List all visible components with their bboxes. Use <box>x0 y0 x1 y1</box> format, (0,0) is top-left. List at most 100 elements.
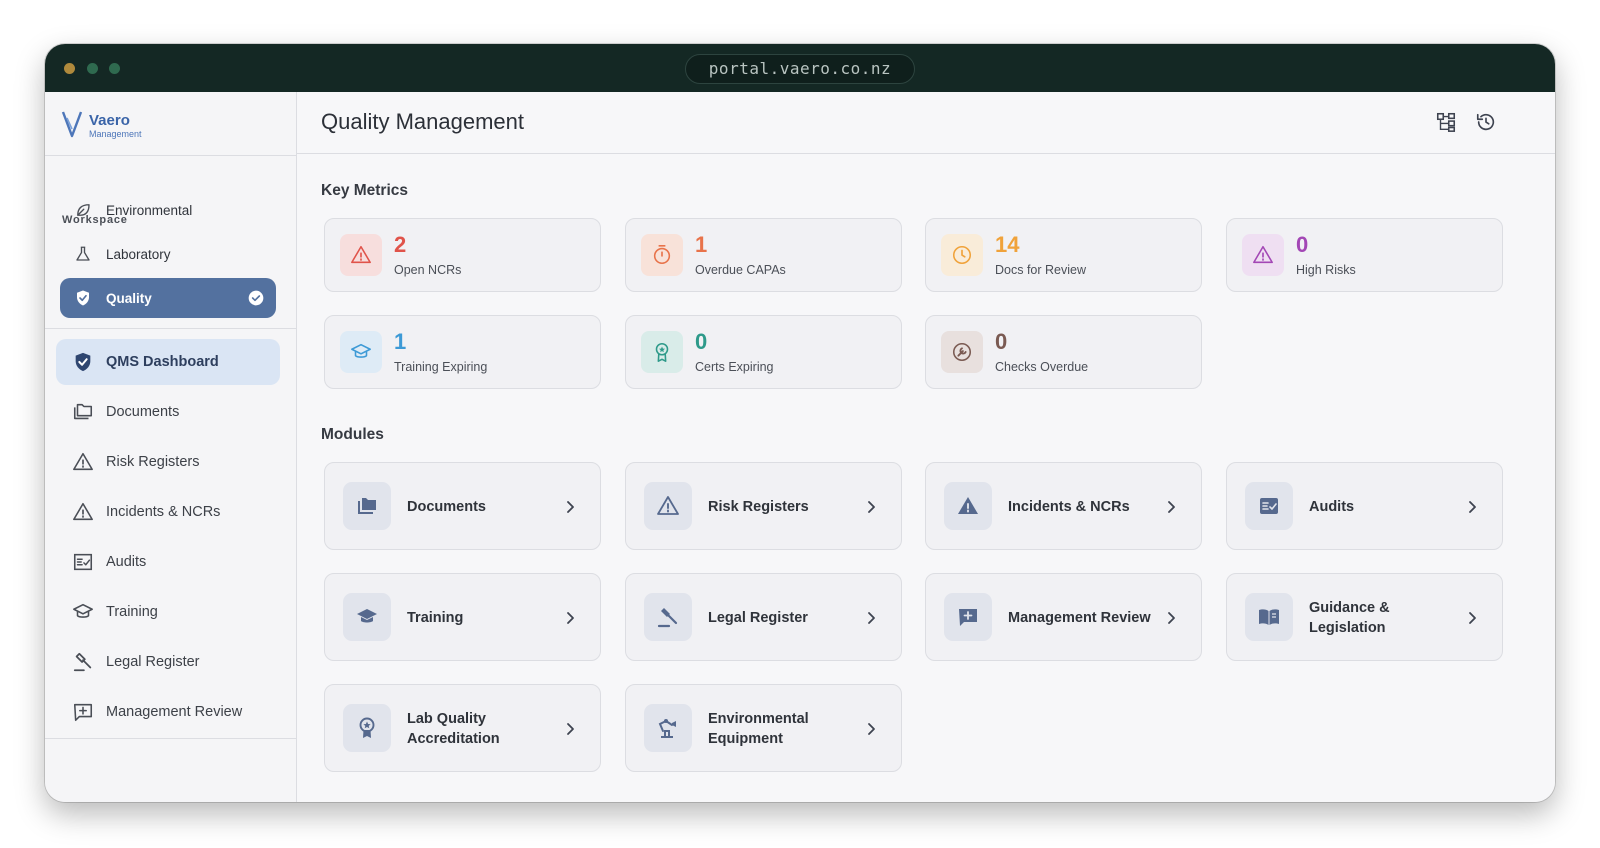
nav-item-incidents-ncrs[interactable]: Incidents & NCRs <box>56 489 280 535</box>
window-maximize-dot[interactable] <box>109 63 120 74</box>
module-card-management-review[interactable]: Management Review <box>925 573 1202 661</box>
module-label: Guidance & Legislation <box>1309 600 1390 636</box>
metric-value: 0 <box>995 329 1008 354</box>
award-icon <box>641 331 683 373</box>
main-content: Quality Management Key Metrics 2 Open NC… <box>297 92 1555 802</box>
workspace-item-environmental[interactable]: Environmental <box>60 190 276 230</box>
metric-card-certs-expiring[interactable]: 0 Certs Expiring <box>625 315 902 389</box>
metric-value: 14 <box>995 232 1020 257</box>
graduation-cap-icon <box>343 593 391 641</box>
workspace-item-label: Environmental <box>106 202 193 218</box>
shield-check-icon <box>72 351 94 373</box>
nav-item-training[interactable]: Training <box>56 589 280 635</box>
warning-filled-icon <box>944 482 992 530</box>
metric-value: 0 <box>695 329 708 354</box>
module-card-lab-quality-accreditation[interactable]: Lab Quality Accreditation <box>324 684 601 772</box>
chevron-right-icon <box>1163 610 1179 626</box>
nav-item-legal-register[interactable]: Legal Register <box>56 639 280 685</box>
nav-item-management-review[interactable]: Management Review <box>56 689 280 735</box>
nav-item-label: Risk Registers <box>106 454 200 470</box>
metric-card-docs-for-review[interactable]: 14 Docs for Review <box>925 218 1202 292</box>
wrench-icon <box>941 331 983 373</box>
graduation-cap-icon <box>340 331 382 373</box>
brand-logo[interactable]: Vaero Management <box>61 108 142 144</box>
warning-icon <box>72 451 94 473</box>
modules-title: Modules <box>321 426 384 443</box>
nav-item-label: Management Review <box>106 704 243 720</box>
metric-label: Open NCRs <box>394 263 462 277</box>
module-label: Environmental Equipment <box>708 711 809 747</box>
folders-icon <box>72 401 94 423</box>
sidebar-divider <box>45 328 296 329</box>
gavel-icon <box>72 651 94 673</box>
nav-item-qms-dashboard[interactable]: QMS Dashboard <box>56 339 280 385</box>
nav-item-audits[interactable]: Audits <box>56 539 280 585</box>
warning-icon <box>1242 234 1284 276</box>
chevron-right-icon <box>562 610 578 626</box>
nav-item-label: Documents <box>106 404 180 420</box>
folders-icon <box>343 482 391 530</box>
sidebar-divider <box>45 155 296 156</box>
warning-icon <box>644 482 692 530</box>
graduation-cap-icon <box>72 601 94 623</box>
brand-name: Vaero <box>89 111 130 129</box>
metric-card-open-ncrs[interactable]: 2 Open NCRs <box>324 218 601 292</box>
leaf-icon <box>74 201 92 219</box>
module-card-environmental-equipment[interactable]: Environmental Equipment <box>625 684 902 772</box>
module-card-training[interactable]: Training <box>324 573 601 661</box>
module-card-incidents-ncrs[interactable]: Incidents & NCRs <box>925 462 1202 550</box>
metric-label: High Risks <box>1296 263 1356 277</box>
metric-label: Training Expiring <box>394 360 488 374</box>
metric-card-training-expiring[interactable]: 1 Training Expiring <box>324 315 601 389</box>
address-bar[interactable]: portal.vaero.co.nz <box>685 54 915 84</box>
checklist-icon <box>72 551 94 573</box>
chevron-right-icon <box>562 499 578 515</box>
metric-value: 0 <box>1296 232 1309 257</box>
vaero-logo-icon <box>61 109 83 144</box>
workspace-item-label: Laboratory <box>106 246 171 262</box>
module-label: Incidents & NCRs <box>1008 499 1130 515</box>
sidebar: Vaero Management Workspace Environmental… <box>45 92 297 802</box>
metric-card-overdue-capas[interactable]: 1 Overdue CAPAs <box>625 218 902 292</box>
metric-card-checks-overdue[interactable]: 0 Checks Overdue <box>925 315 1202 389</box>
workspace-item-quality[interactable]: Quality <box>60 278 276 318</box>
chevron-right-icon <box>863 721 879 737</box>
metric-value: 1 <box>695 232 708 257</box>
nav-item-label: Legal Register <box>106 654 200 670</box>
window-close-dot[interactable] <box>64 63 75 74</box>
module-card-documents[interactable]: Documents <box>324 462 601 550</box>
chevron-right-icon <box>1163 499 1179 515</box>
shield-check-icon <box>74 289 92 307</box>
module-card-risk-registers[interactable]: Risk Registers <box>625 462 902 550</box>
module-label: Legal Register <box>708 610 808 626</box>
nav-item-label: Audits <box>106 554 147 570</box>
history-button[interactable] <box>1473 111 1499 137</box>
module-card-legal-register[interactable]: Legal Register <box>625 573 902 661</box>
chevron-right-icon <box>562 721 578 737</box>
window-minimize-dot[interactable] <box>87 63 98 74</box>
module-card-guidance-legislation[interactable]: Guidance & Legislation <box>1226 573 1503 661</box>
metric-value: 1 <box>394 329 407 354</box>
workspace-item-label: Quality <box>106 290 152 306</box>
module-label: Lab Quality Accreditation <box>407 711 500 747</box>
warning-icon <box>72 501 94 523</box>
browser-titlebar: portal.vaero.co.nz <box>45 44 1555 92</box>
app-window: portal.vaero.co.nz Vaero Management Work… <box>45 44 1555 802</box>
workspace-item-laboratory[interactable]: Laboratory <box>60 234 276 274</box>
flask-icon <box>74 245 92 263</box>
clock-icon <box>941 234 983 276</box>
hierarchy-button[interactable] <box>1433 111 1459 137</box>
module-label: Risk Registers <box>708 499 809 515</box>
module-card-audits[interactable]: Audits <box>1226 462 1503 550</box>
metric-card-high-risks[interactable]: 0 High Risks <box>1226 218 1503 292</box>
nav-item-documents[interactable]: Documents <box>56 389 280 435</box>
nav-item-risk-registers[interactable]: Risk Registers <box>56 439 280 485</box>
page-title: Quality Management <box>321 109 524 134</box>
metric-label: Overdue CAPAs <box>695 263 786 277</box>
gavel-icon <box>644 593 692 641</box>
history-icon <box>1475 111 1497 138</box>
module-label: Training <box>407 610 464 626</box>
chevron-right-icon <box>863 499 879 515</box>
nav-item-label: Training <box>106 604 158 620</box>
timer-icon <box>641 234 683 276</box>
